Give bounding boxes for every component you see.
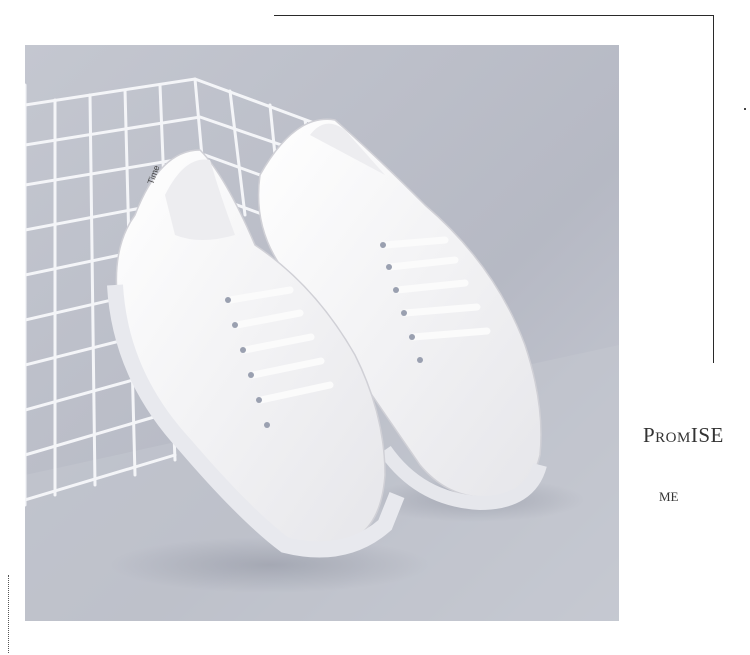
frame-line-right [713,15,714,363]
frame-line-top [274,15,714,16]
shadow-front [110,537,430,593]
frame-tick [744,108,746,110]
dotted-divider [8,575,9,653]
product-photo: Time [25,45,619,621]
me-text: ME [659,489,679,504]
promise-text: PromISE [643,423,724,447]
